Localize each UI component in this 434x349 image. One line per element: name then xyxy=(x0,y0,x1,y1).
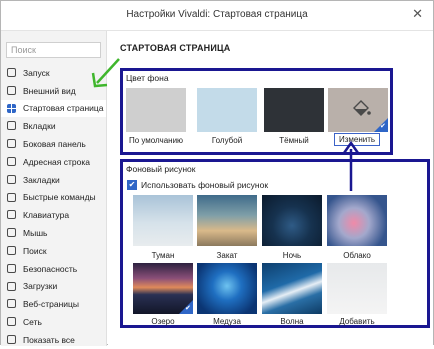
shield-icon xyxy=(7,263,16,273)
selected-check-icon: ✔ xyxy=(374,118,388,132)
sidebar-item-mouse[interactable]: Мышь xyxy=(1,224,106,242)
sidebar-item-label: Внешний вид xyxy=(23,85,76,96)
title-bar: Настройки Vivaldi: Стартовая страница ✕ xyxy=(1,1,433,31)
sidebar-item-label: Мышь xyxy=(23,228,48,239)
sidebar-item-keyboard[interactable]: Клавиатура xyxy=(1,206,106,224)
sidebar-item-label: Быстрые команды xyxy=(23,192,96,203)
sidebar-item-label: Закладки xyxy=(23,174,60,185)
bg-image-cloud[interactable] xyxy=(327,195,387,246)
startup-icon xyxy=(7,68,16,77)
globe-icon xyxy=(7,299,16,309)
swatch-blue[interactable] xyxy=(197,88,257,132)
sidebar-item-start-page[interactable]: Стартовая страница xyxy=(1,99,106,118)
bg-image-lake[interactable]: ✔ xyxy=(133,263,193,314)
search-input[interactable]: Поиск xyxy=(6,42,101,58)
sidebar-item-security[interactable]: Безопасность xyxy=(1,260,106,278)
sidebar-item-label: Веб-страницы xyxy=(23,299,80,310)
bg-image-caption: Озеро xyxy=(151,317,175,326)
search-icon xyxy=(7,245,16,255)
sidebar-item-search[interactable]: Поиск xyxy=(1,242,106,260)
bg-image-caption: Туман xyxy=(151,251,175,260)
add-image-caption: Добавить xyxy=(339,317,375,326)
sidebar-item-label: Клавиатура xyxy=(23,210,70,221)
start-page-icon xyxy=(7,103,16,113)
bg-image-caption: Облако xyxy=(343,251,371,260)
gear-icon xyxy=(7,334,16,344)
tabs-icon xyxy=(7,121,16,131)
bg-image-add[interactable] xyxy=(327,263,387,314)
close-icon[interactable]: ✕ xyxy=(412,6,423,22)
sidebar-item-tabs[interactable]: Вкладки xyxy=(1,117,106,135)
selected-check-icon: ✔ xyxy=(179,300,193,314)
use-bg-image-checkbox[interactable]: ✔ xyxy=(127,180,137,190)
bookmarks-icon xyxy=(7,174,16,184)
sidebar-item-label: Вкладки xyxy=(23,121,56,132)
sidebar-item-quick-commands[interactable]: Быстрые команды xyxy=(1,189,106,207)
sidebar-item-downloads[interactable]: Загрузки xyxy=(1,278,106,296)
swatch-caption: По умолчанию xyxy=(128,136,184,145)
network-icon xyxy=(7,317,16,327)
bg-color-label: Цвет фона xyxy=(126,73,169,83)
settings-content: СТАРТОВАЯ СТРАНИЦА Цвет фона По умолчани… xyxy=(108,31,433,346)
sidebar-item-label: Загрузки xyxy=(23,281,58,292)
sidebar-nav: Запуск Внешний вид Стартовая страница Вк… xyxy=(1,64,106,349)
annotation-arrow-left xyxy=(91,58,120,88)
quick-commands-icon xyxy=(7,192,16,202)
appearance-icon xyxy=(7,85,16,95)
mouse-icon xyxy=(7,228,16,238)
bg-image-caption: Ночь xyxy=(282,251,302,260)
sidebar-item-label: Сеть xyxy=(23,317,42,328)
sidebar-item-network[interactable]: Сеть xyxy=(1,313,106,331)
download-icon xyxy=(7,281,16,291)
sidebar-item-label: Поиск xyxy=(23,245,47,256)
swatch-caption: Голубой xyxy=(211,136,243,145)
bg-image-caption: Медуза xyxy=(213,317,241,326)
page-title: СТАРТОВАЯ СТРАНИЦА xyxy=(120,43,231,53)
use-bg-image-label: Использовать фоновый рисунок xyxy=(141,180,269,190)
bg-image-night[interactable] xyxy=(262,195,322,246)
annotation-arrow-up xyxy=(342,141,360,191)
bg-image-fog[interactable] xyxy=(133,195,193,246)
panel-icon xyxy=(7,139,16,149)
address-bar-icon xyxy=(7,156,16,166)
window-title: Настройки Vivaldi: Стартовая страница xyxy=(126,9,308,20)
sidebar-item-label: Боковая панель xyxy=(23,139,86,150)
sidebar-item-label: Запуск xyxy=(23,67,50,78)
swatch-dark[interactable] xyxy=(264,88,324,132)
sidebar-item-bookmarks[interactable]: Закладки xyxy=(1,171,106,189)
swatch-caption: Тёмный xyxy=(279,136,309,145)
bg-image-jellyfish[interactable] xyxy=(197,263,257,314)
sidebar-item-label: Безопасность xyxy=(23,263,78,274)
bg-image-caption: Волна xyxy=(280,317,304,326)
sidebar-item-address-bar[interactable]: Адресная строка xyxy=(1,153,106,171)
sidebar-item-label: Стартовая страница xyxy=(23,103,104,114)
bg-image-wave[interactable] xyxy=(262,263,322,314)
sidebar-item-label: Показать все xyxy=(23,334,75,345)
swatch-custom[interactable]: ✔ xyxy=(328,88,388,132)
sidebar-item-webpages[interactable]: Веб-страницы xyxy=(1,295,106,313)
bg-image-caption: Закат xyxy=(216,251,238,260)
bg-image-sunset[interactable] xyxy=(197,195,257,246)
sidebar-item-panel[interactable]: Боковая панель xyxy=(1,135,106,153)
swatch-default[interactable] xyxy=(126,88,186,132)
sidebar-item-show-all[interactable]: Показать все xyxy=(1,331,106,349)
sidebar-item-label: Адресная строка xyxy=(23,156,90,167)
keyboard-icon xyxy=(7,210,16,220)
settings-window: Настройки Vivaldi: Стартовая страница ✕ … xyxy=(0,0,434,346)
bg-image-label: Фоновый рисунок xyxy=(126,164,196,174)
